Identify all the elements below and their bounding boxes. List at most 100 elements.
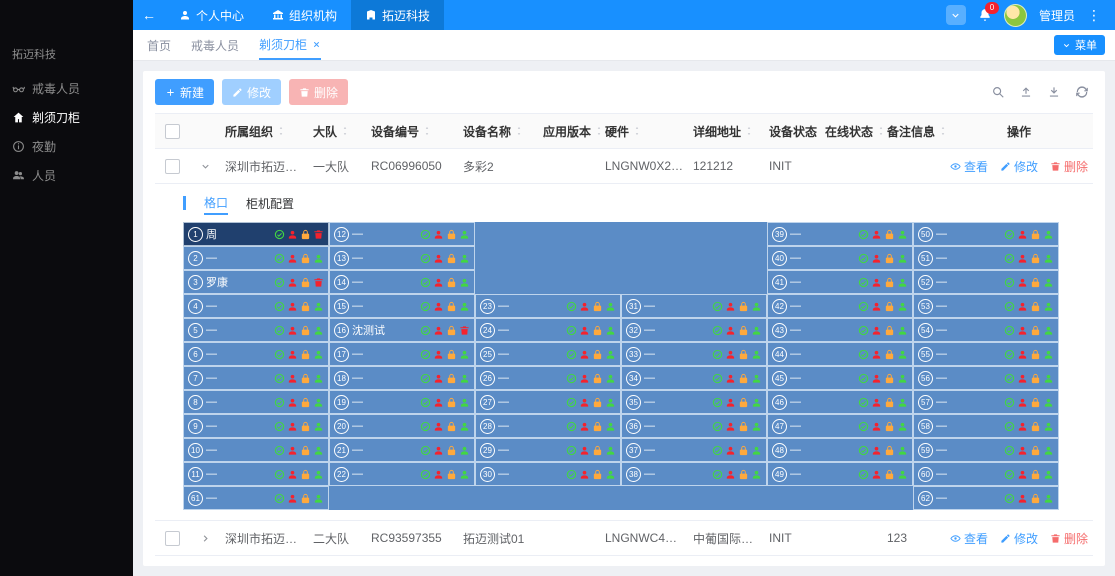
check-circle-icon[interactable] xyxy=(1004,301,1015,312)
lock-icon[interactable] xyxy=(446,373,457,384)
edit-link[interactable]: 修改 xyxy=(1000,530,1038,547)
lock-icon[interactable] xyxy=(592,301,603,312)
assign-person-icon[interactable] xyxy=(313,253,324,264)
assign-person-icon[interactable] xyxy=(459,301,470,312)
check-circle-icon[interactable] xyxy=(1004,397,1015,408)
sort-caret[interactable] xyxy=(341,126,349,136)
occupant-icon[interactable] xyxy=(287,253,298,264)
locker-cell-2[interactable]: 2— xyxy=(183,246,329,270)
check-circle-icon[interactable] xyxy=(566,445,577,456)
lock-icon[interactable] xyxy=(1030,445,1041,456)
occupant-icon[interactable] xyxy=(725,301,736,312)
locker-cell-26[interactable]: 26— xyxy=(475,366,621,390)
lock-icon[interactable] xyxy=(446,301,457,312)
search-icon[interactable] xyxy=(991,85,1005,99)
assign-person-icon[interactable] xyxy=(1043,301,1054,312)
lock-icon[interactable] xyxy=(300,445,311,456)
tab-drug-rehab-person[interactable]: 戒毒人员 xyxy=(191,30,239,60)
assign-person-icon[interactable] xyxy=(751,373,762,384)
lock-icon[interactable] xyxy=(738,373,749,384)
lock-icon[interactable] xyxy=(884,421,895,432)
occupant-icon[interactable] xyxy=(287,229,298,240)
delete-link[interactable]: 删除 xyxy=(1050,565,1088,567)
assign-person-icon[interactable] xyxy=(751,469,762,480)
assign-person-icon[interactable] xyxy=(313,349,324,360)
occupant-icon[interactable] xyxy=(871,469,882,480)
lock-icon[interactable] xyxy=(1030,349,1041,360)
column-header-hardware[interactable]: 硬件 xyxy=(605,123,629,140)
check-circle-icon[interactable] xyxy=(858,253,869,264)
occupant-icon[interactable] xyxy=(871,373,882,384)
check-circle-icon[interactable] xyxy=(274,445,285,456)
check-circle-icon[interactable] xyxy=(858,469,869,480)
locker-cell-39[interactable]: 39— xyxy=(767,222,913,246)
occupant-icon[interactable] xyxy=(287,373,298,384)
lock-icon[interactable] xyxy=(884,373,895,384)
assign-person-icon[interactable] xyxy=(897,445,908,456)
occupant-icon[interactable] xyxy=(433,253,444,264)
check-circle-icon[interactable] xyxy=(566,421,577,432)
locker-cell-41[interactable]: 41— xyxy=(767,270,913,294)
occupant-icon[interactable] xyxy=(433,373,444,384)
occupant-icon[interactable] xyxy=(579,445,590,456)
lock-icon[interactable] xyxy=(1030,229,1041,240)
assign-person-icon[interactable] xyxy=(459,277,470,288)
download-icon[interactable] xyxy=(1047,85,1061,99)
locker-cell-7[interactable]: 7— xyxy=(183,366,329,390)
edit-link[interactable]: 修改 xyxy=(1000,565,1038,567)
lock-icon[interactable] xyxy=(300,349,311,360)
check-circle-icon[interactable] xyxy=(858,421,869,432)
occupant-icon[interactable] xyxy=(725,373,736,384)
assign-person-icon[interactable] xyxy=(751,325,762,336)
occupant-icon[interactable] xyxy=(287,421,298,432)
occupant-icon[interactable] xyxy=(287,469,298,480)
locker-cell-23[interactable]: 23— xyxy=(475,294,621,318)
assign-person-icon[interactable] xyxy=(605,325,616,336)
locker-cell-1[interactable]: 1周 xyxy=(183,222,329,246)
lock-icon[interactable] xyxy=(738,445,749,456)
lock-icon[interactable] xyxy=(738,397,749,408)
view-link[interactable]: 查看 xyxy=(950,158,988,175)
occupant-icon[interactable] xyxy=(287,397,298,408)
check-circle-icon[interactable] xyxy=(1004,277,1015,288)
column-header-device-name[interactable]: 设备名称 xyxy=(463,123,511,140)
occupant-icon[interactable] xyxy=(433,229,444,240)
check-circle-icon[interactable] xyxy=(274,349,285,360)
check-circle-icon[interactable] xyxy=(712,421,723,432)
occupant-icon[interactable] xyxy=(433,445,444,456)
check-circle-icon[interactable] xyxy=(858,373,869,384)
assign-person-icon[interactable] xyxy=(1043,397,1054,408)
lock-icon[interactable] xyxy=(300,397,311,408)
assign-person-icon[interactable] xyxy=(459,469,470,480)
assign-person-icon[interactable] xyxy=(459,421,470,432)
occupant-icon[interactable] xyxy=(871,253,882,264)
sort-caret[interactable] xyxy=(745,126,753,136)
upload-icon[interactable] xyxy=(1019,85,1033,99)
assign-person-icon[interactable] xyxy=(1043,229,1054,240)
locker-cell-52[interactable]: 52— xyxy=(913,270,1059,294)
menu-button[interactable]: 菜单 xyxy=(1054,35,1105,55)
lock-icon[interactable] xyxy=(738,469,749,480)
lock-icon[interactable] xyxy=(592,373,603,384)
check-circle-icon[interactable] xyxy=(420,229,431,240)
occupant-icon[interactable] xyxy=(287,493,298,504)
assign-person-icon[interactable] xyxy=(897,421,908,432)
quick-dropdown-button[interactable] xyxy=(946,5,966,25)
check-circle-icon[interactable] xyxy=(858,301,869,312)
locker-cell-29[interactable]: 29— xyxy=(475,438,621,462)
check-circle-icon[interactable] xyxy=(1004,469,1015,480)
lock-icon[interactable] xyxy=(446,349,457,360)
occupant-icon[interactable] xyxy=(871,301,882,312)
check-circle-icon[interactable] xyxy=(712,349,723,360)
sort-caret[interactable] xyxy=(633,126,641,136)
check-circle-icon[interactable] xyxy=(712,301,723,312)
locker-cell-36[interactable]: 36— xyxy=(621,414,767,438)
lock-icon[interactable] xyxy=(300,469,311,480)
topnav-tuomai-tech[interactable]: 拓迈科技 xyxy=(351,0,444,30)
new-button[interactable]: 新建 xyxy=(155,79,214,105)
occupant-icon[interactable] xyxy=(1017,277,1028,288)
locker-cell-19[interactable]: 19— xyxy=(329,390,475,414)
occupant-icon[interactable] xyxy=(725,469,736,480)
more-menu-icon[interactable]: ⋮ xyxy=(1087,7,1101,24)
assign-person-icon[interactable] xyxy=(605,421,616,432)
